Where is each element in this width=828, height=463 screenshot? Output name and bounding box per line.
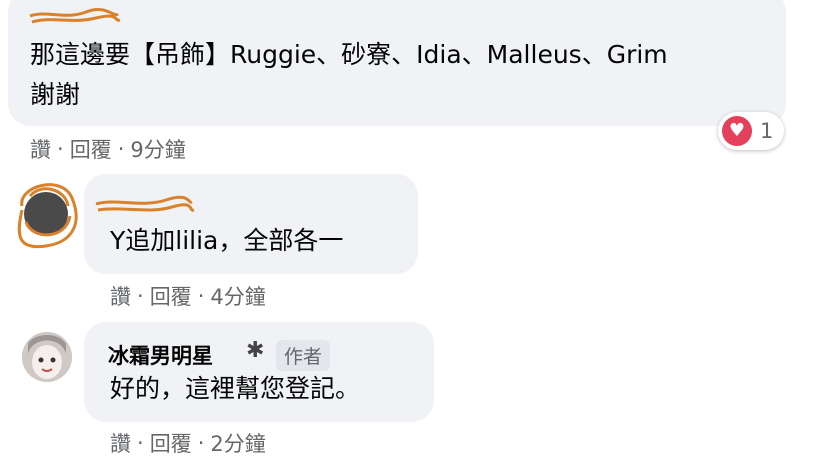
comment-actions-1: 讚 · 回覆 · 9分鐘 (30, 134, 186, 164)
author-avatar[interactable] (22, 332, 72, 382)
separator-dot: · (137, 284, 144, 308)
comment-text-1-line2: 謝謝 (30, 80, 81, 109)
reaction-count-number: 1 (760, 119, 774, 143)
separator-dot: · (57, 137, 64, 161)
timestamp-link[interactable]: 4分鐘 (210, 281, 265, 311)
timestamp-link[interactable]: 9分鐘 (130, 134, 185, 164)
separator-dot: · (197, 284, 205, 308)
comment-text-3: 好的，這裡幫您登記。 (110, 374, 361, 403)
anime-face-avatar-icon (22, 332, 72, 382)
separator-dot: · (137, 431, 144, 455)
author-name[interactable]: 冰霜男明星 (108, 340, 213, 370)
like-button[interactable]: 讚 (110, 281, 131, 311)
reply-button[interactable]: 回覆 (150, 428, 192, 458)
avatar-scribbled[interactable] (12, 176, 80, 254)
comment-actions-2: 讚 · 回覆 · 4分鐘 (110, 281, 266, 311)
comment-actions-3: 讚 · 回覆 · 2分鐘 (110, 428, 266, 458)
comment-text-2: Y追加lilia，全部各一 (110, 226, 344, 255)
author-badge: 作者 (276, 340, 331, 371)
separator-dot: · (197, 431, 205, 455)
redacted-name-scribble-2 (95, 195, 195, 212)
separator-dot: · (117, 137, 125, 161)
top-fan-star-icon: ✱ (246, 338, 265, 363)
reply-button[interactable]: 回覆 (150, 281, 192, 311)
scribble-over-avatar-icon (17, 183, 78, 249)
timestamp-link[interactable]: 2分鐘 (210, 428, 265, 458)
like-button[interactable]: 讚 (110, 428, 131, 458)
heart-icon: ♥ (722, 116, 752, 146)
reply-button[interactable]: 回覆 (70, 134, 112, 164)
comment-text-1-line1: 那這邊要【吊飾】Ruggie、砂寮、Idia、Malleus、Grim (30, 40, 668, 69)
redacted-name-scribble-1 (29, 8, 121, 24)
like-button[interactable]: 讚 (30, 134, 51, 164)
reaction-count[interactable]: ♥ 1 (718, 112, 784, 150)
